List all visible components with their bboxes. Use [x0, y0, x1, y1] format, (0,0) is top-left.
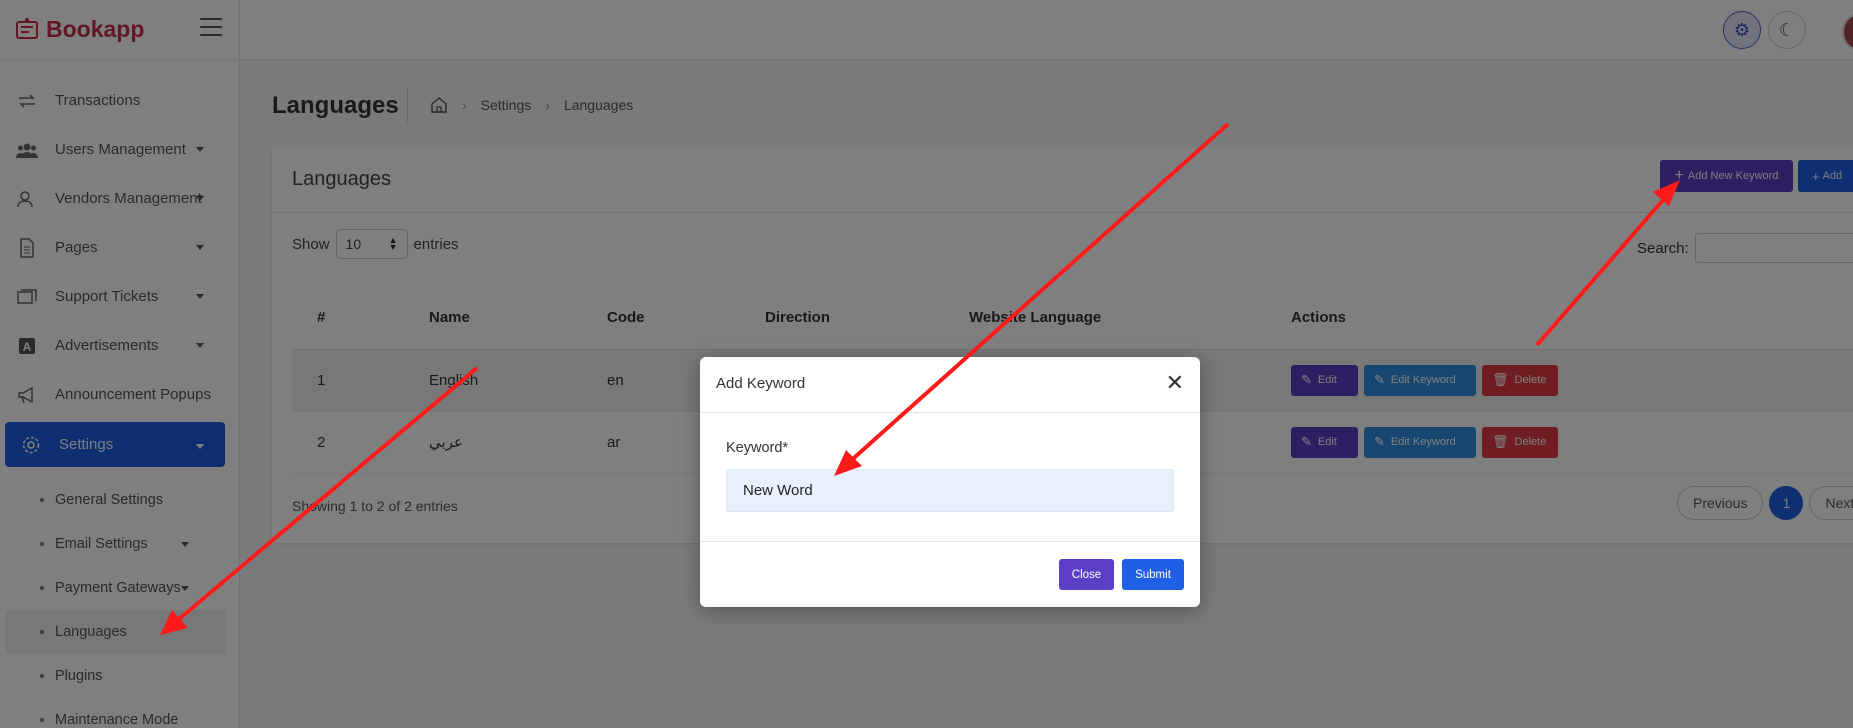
keyword-label: Keyword*: [726, 440, 789, 456]
modal-title: Add Keyword: [716, 375, 806, 392]
keyword-input[interactable]: New Word: [726, 469, 1174, 512]
modal-header: Add Keyword ✕: [700, 357, 1200, 413]
modal-footer: Close Submit: [700, 541, 1200, 607]
close-button[interactable]: Close: [1059, 559, 1114, 590]
close-icon[interactable]: ✕: [1166, 372, 1184, 394]
add-keyword-modal: Add Keyword ✕ Keyword* New Word Close Su…: [700, 357, 1200, 607]
submit-button[interactable]: Submit: [1122, 559, 1184, 590]
